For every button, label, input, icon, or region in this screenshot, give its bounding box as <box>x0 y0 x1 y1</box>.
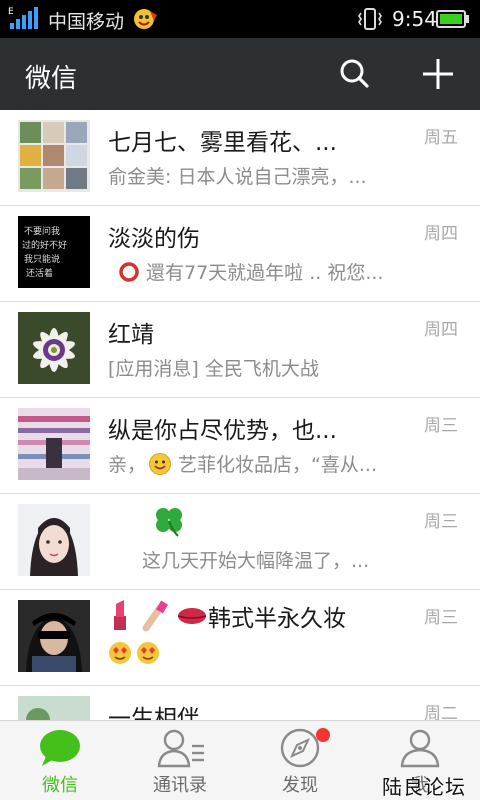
chat-row[interactable]: 纵是你占尽优势，也... 亲， 艺菲化妆品店，“喜从... 周三 <box>0 398 480 494</box>
svg-text:过的好不好: 过的好不好 <box>22 239 67 251</box>
chat-time: 周三 <box>424 512 458 532</box>
chat-preview: 艺菲化妆品店，“喜从... <box>178 454 377 476</box>
chat-row[interactable]: 七月七、雾里看花、... 俞金美: 日本人说自己漂亮，... 周五 <box>0 110 480 206</box>
chat-name: 红靖 <box>108 322 154 348</box>
tab-chats[interactable]: 微信 <box>0 721 120 800</box>
person-icon <box>400 729 440 768</box>
chat-preview-wrap: 還有77天就過年啦 .. 祝您... <box>118 258 383 285</box>
chat-row[interactable]: 红靖 [应用消息] 全民飞机大战 周四 <box>0 302 480 398</box>
chat-preview-wrap: 亲， 艺菲化妆品店，“喜从... <box>108 450 377 477</box>
chat-list[interactable]: 七月七、雾里看花、... 俞金美: 日本人说自己漂亮，... 周五 不要问我 过… <box>0 110 480 720</box>
vibrate-icon <box>358 8 382 30</box>
chat-preview: 这几天开始大幅降温了，... <box>142 550 370 572</box>
lipstick-nail-polish-lips-icons <box>114 600 207 632</box>
search-icon <box>340 59 369 88</box>
chat-name: 一生相伴 <box>108 706 200 720</box>
smiley-icon <box>149 453 172 475</box>
contact-avatar <box>18 408 90 480</box>
chat-preview: [应用消息] 全民飞机大战 <box>108 358 319 380</box>
contact-avatar <box>18 504 90 576</box>
chat-preview-prefix: 亲， <box>108 454 147 476</box>
portrait-photo <box>18 600 90 672</box>
chat-preview: 還有77天就過年啦 .. 祝您... <box>146 262 384 284</box>
plus-icon <box>423 59 453 89</box>
hollow-red-circle-icon <box>119 262 139 282</box>
emoji-preview <box>108 640 162 671</box>
chat-time: 周二 <box>424 704 458 720</box>
notification-badge <box>316 728 330 742</box>
chat-time: 周四 <box>424 320 458 340</box>
group-avatar <box>18 120 90 192</box>
network-type-label: E <box>8 7 14 17</box>
chat-time: 周四 <box>424 224 458 244</box>
tab-label: 微信 <box>42 775 78 796</box>
carrier-name: 中国移动 <box>48 11 125 33</box>
battery-icon <box>436 10 469 28</box>
cosmetics-shop-image <box>18 408 90 480</box>
chat-bubble-icon <box>40 730 80 766</box>
page-title: 微信 <box>25 64 78 94</box>
passion-flower-image <box>18 312 90 384</box>
forum-watermark: 陆良论坛 <box>382 775 466 799</box>
svg-text:还活着: 还活着 <box>26 267 53 279</box>
contacts-icon <box>157 729 204 768</box>
chat-time: 周三 <box>424 416 458 436</box>
handwritten-avatar-image: 不要问我 过的好不好 我只能说 还活着 <box>18 216 90 288</box>
clock: 9:54 <box>392 7 437 31</box>
four-leaf-clover-icon <box>156 508 182 537</box>
carrier-emoji-icon <box>134 9 157 29</box>
tab-contacts[interactable]: 通讯录 <box>120 721 240 800</box>
chat-name: 韩式半永久妆 <box>208 606 346 632</box>
tab-label: 发现 <box>282 775 318 796</box>
contact-avatar: 不要问我 过的好不好 我只能说 还活着 <box>18 216 90 288</box>
heart-eyes-smiley-icons <box>109 642 159 664</box>
tab-label: 通讯录 <box>153 775 207 796</box>
chat-time: 周五 <box>424 128 458 148</box>
signal-strength-icon: E <box>8 7 38 29</box>
chat-time: 周三 <box>424 608 458 628</box>
chat-row[interactable]: 一生相伴 周二 <box>0 686 480 720</box>
svg-text:我只能说: 我只能说 <box>24 253 60 265</box>
chat-name: 纵是你占尽优势，也... <box>108 418 337 444</box>
svg-text:不要问我: 不要问我 <box>24 225 60 237</box>
app-header: 微信 <box>0 38 480 110</box>
outdoor-photo <box>18 696 90 720</box>
chat-row[interactable]: 这几天开始大幅降温了，... 周三 <box>0 494 480 590</box>
portrait-photo <box>18 504 90 576</box>
tab-discover[interactable]: 发现 <box>240 721 360 800</box>
chat-name-wrap <box>152 504 186 544</box>
chat-name-wrap: 韩式半永久妆 <box>108 598 346 633</box>
chat-name: 淡淡的伤 <box>108 226 200 252</box>
search-button[interactable] <box>334 54 374 94</box>
chat-row[interactable]: 韩式半永久妆 周三 <box>0 590 480 686</box>
chat-preview: 俞金美: 日本人说自己漂亮，... <box>108 166 367 188</box>
chat-name: 七月七、雾里看花、... <box>108 130 337 156</box>
contact-avatar <box>18 600 90 672</box>
contact-avatar <box>18 312 90 384</box>
add-button[interactable] <box>418 54 458 94</box>
chat-row[interactable]: 不要问我 过的好不好 我只能说 还活着 淡淡的伤 還有77天就過年啦 .. 祝您… <box>0 206 480 302</box>
status-bar: E 中国移动 9:54 <box>0 0 480 38</box>
contact-avatar <box>18 696 90 720</box>
